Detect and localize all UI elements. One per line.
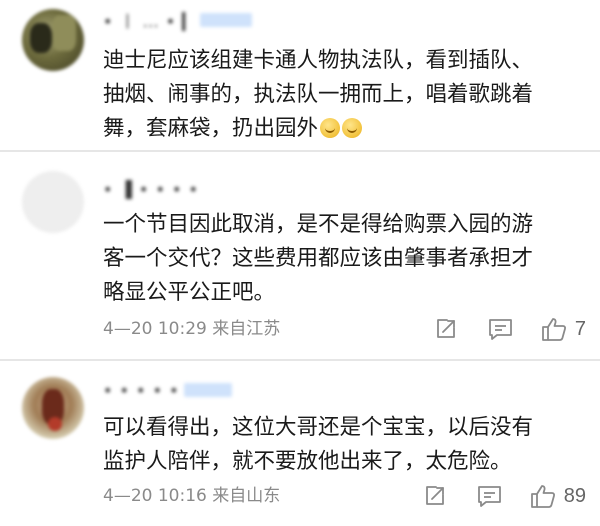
share-button[interactable]: [423, 484, 447, 508]
comment-meta: 4—20 10:29 来自江苏: [103, 319, 281, 339]
comment-actions: 7: [434, 316, 586, 342]
username-text: • 丨 … • ▎: [103, 12, 196, 31]
comment-meta: 4—20 10:16 来自山东: [103, 486, 281, 506]
comment-meta-row: 4—20 10:29 来自江苏 7: [103, 316, 586, 342]
username-text: • ▐ • • • •: [103, 179, 199, 199]
username[interactable]: • 丨 … • ▎: [103, 11, 252, 31]
thumbs-up-icon: [541, 317, 566, 341]
comment-text: 一个节目因此取消，是不是得给购票入园的游 客一个交代？这些费用都应该由肇事者承担…: [103, 212, 534, 305]
username[interactable]: • • • • •: [103, 380, 232, 400]
comment-meta-row: 4—20 10:16 来自山东 89: [103, 483, 586, 509]
reply-button[interactable]: [477, 484, 502, 508]
comment-actions: 89: [423, 483, 586, 509]
avatar[interactable]: [22, 171, 84, 233]
reply-button[interactable]: [488, 317, 513, 341]
comment-item: • • • • • 可以看得出，这位大哥还是个宝宝，以后没有 监护人陪伴，就不要…: [0, 361, 600, 526]
comment-icon: [477, 486, 501, 507]
like-count: 89: [563, 484, 586, 507]
like-count: 7: [574, 317, 586, 340]
avatar[interactable]: [22, 9, 84, 71]
smile-emoji-icon: [320, 118, 341, 138]
share-icon: [425, 486, 444, 505]
like-button[interactable]: 7: [541, 317, 586, 342]
share-button[interactable]: [434, 317, 458, 341]
comment-text: 可以看得出，这位大哥还是个宝宝，以后没有 监护人陪伴，就不要放他出来了，太危险。: [103, 415, 534, 474]
thumbs-up-icon: [530, 484, 555, 508]
like-button[interactable]: 89: [530, 484, 586, 509]
comment-body: 迪士尼应该组建卡通人物执法队，看到插队、 抽烟、闹事的，执法队一拥而上，唱着歌跳…: [103, 48, 534, 141]
comment-item: • ▐ • • • • 一个节目因此取消，是不是得给购票入园的游 客一个交代？这…: [0, 152, 600, 360]
comment-icon: [488, 319, 512, 340]
avatar[interactable]: [22, 377, 84, 439]
comment-item: • 丨 … • ▎ 迪士尼应该组建卡通人物执法队，看到插队、 抽烟、闹事的，执法…: [0, 0, 600, 151]
user-badge: [199, 13, 252, 27]
username[interactable]: • ▐ • • • •: [103, 179, 199, 199]
user-badge: [183, 383, 232, 397]
comment-text: 迪士尼应该组建卡通人物执法队，看到插队、 抽烟、闹事的，执法队一拥而上，唱着歌跳…: [103, 44, 578, 146]
smile-emoji-icon: [342, 118, 363, 138]
share-icon: [436, 319, 455, 338]
username-text: • • • • •: [103, 380, 180, 400]
